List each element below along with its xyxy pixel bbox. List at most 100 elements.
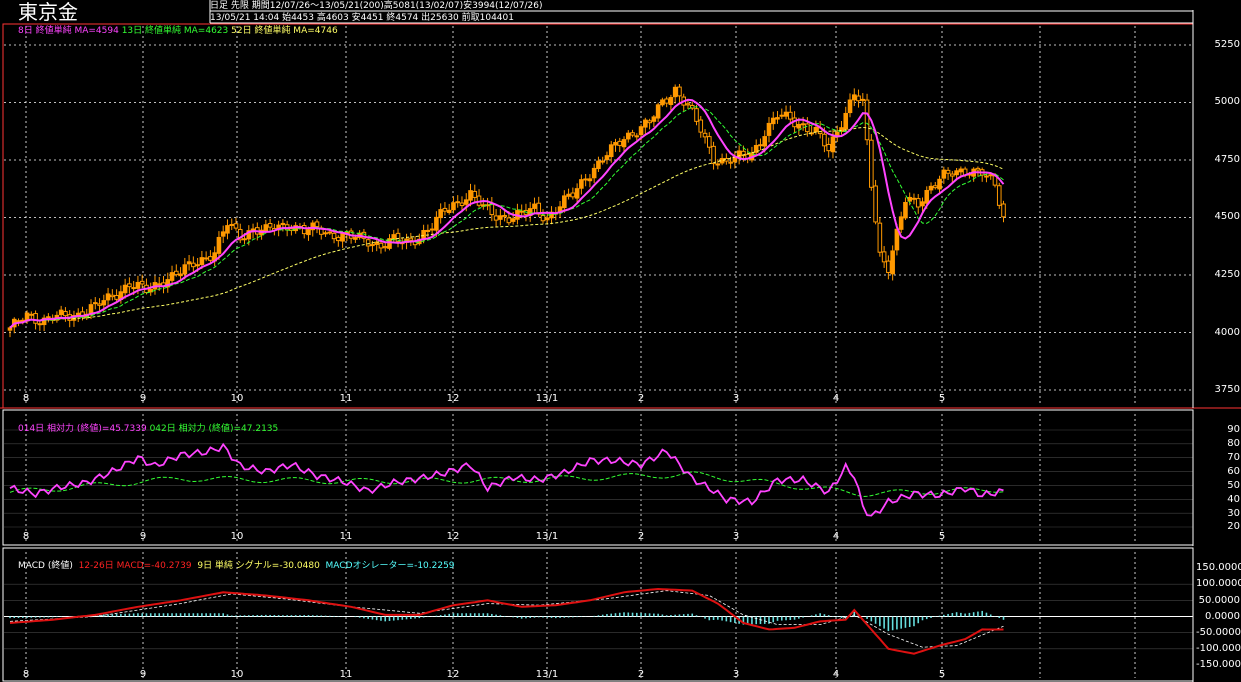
- candle-body: [506, 217, 512, 224]
- candle-body: [677, 86, 682, 97]
- candle-body: [58, 309, 64, 316]
- header-ohlc-line: 13/05/21 14:04 始4453 高4603 安4451 終4574 出…: [210, 13, 514, 23]
- candle-body: [105, 293, 111, 301]
- candle-body: [229, 224, 235, 227]
- candle-body: [331, 232, 337, 240]
- price-ytick: 5000: [1214, 96, 1240, 107]
- rsi-ytick: 80: [1227, 438, 1240, 449]
- candle-body: [800, 123, 806, 126]
- candle-body: [195, 264, 200, 267]
- rsi14-line: [9, 442, 1004, 517]
- legend-ma13: 13日 終値単純 MA=4623: [121, 26, 229, 36]
- candle-body: [758, 144, 763, 147]
- candle-body: [510, 218, 516, 222]
- header-period-line: 日足 先限 期間12/07/26〜13/05/21(200)高5081(13/0…: [210, 1, 543, 11]
- candle-body: [702, 132, 708, 138]
- candle-body: [937, 178, 942, 190]
- candle-body: [267, 223, 273, 228]
- candle-body: [429, 228, 435, 231]
- candle-body: [664, 98, 669, 104]
- rsi-xtick: 10: [230, 531, 244, 542]
- candle-body: [932, 185, 938, 189]
- rsi-xtick: 12: [446, 531, 460, 542]
- candle-body: [924, 189, 930, 204]
- candle-body: [340, 233, 345, 242]
- legend-macd: 12-26日 MACD=-40.2739: [78, 561, 192, 571]
- candle-body: [225, 225, 230, 234]
- candle-body: [596, 160, 601, 170]
- legend-ma52: 52日 終値単純 MA=4746: [231, 26, 338, 36]
- candle-body: [783, 111, 789, 117]
- candle-body: [813, 127, 819, 133]
- rsi-xtick: 13/1: [535, 531, 559, 542]
- candle-body: [29, 313, 34, 316]
- panel-frame: [2, 23, 1194, 409]
- price-xtick: 11: [339, 393, 353, 404]
- price-ytick: 4750: [1214, 154, 1240, 165]
- legend-rsi42: 042日 相対力 (終値)=47.2135: [149, 424, 279, 434]
- candle-body: [173, 270, 179, 276]
- candle-body: [915, 198, 921, 208]
- candle-body: [463, 199, 469, 205]
- rsi42-line: [9, 471, 1004, 498]
- price-ytick: 4000: [1214, 327, 1240, 338]
- candle-body: [890, 250, 895, 275]
- candle-body: [920, 201, 925, 207]
- macd-xtick: 3: [732, 669, 740, 680]
- legend-signal: 9日 単純 シグナル=-30.0480: [197, 561, 320, 571]
- candle-body: [455, 201, 461, 204]
- candle-body: [178, 273, 183, 277]
- rsi-ytick: 40: [1227, 494, 1240, 505]
- candle-body: [941, 169, 947, 179]
- candle-body: [242, 238, 247, 241]
- price-ytick: 3750: [1214, 384, 1240, 395]
- candle-body: [33, 313, 38, 324]
- candle-body: [826, 143, 831, 152]
- candle-body: [139, 280, 145, 285]
- candle-body: [280, 222, 286, 226]
- candle-body: [92, 302, 98, 305]
- candle-body: [630, 132, 635, 136]
- price-ytick: 4250: [1214, 269, 1240, 280]
- candle-body: [186, 261, 192, 265]
- chart-canvas: [0, 0, 1241, 682]
- candle-body: [928, 185, 934, 191]
- candle-body: [698, 119, 704, 133]
- candle-body: [169, 272, 175, 281]
- candle-body: [958, 168, 964, 173]
- candle-body: [685, 103, 691, 106]
- candle-body: [216, 236, 222, 254]
- macd-xtick: 10: [230, 669, 244, 680]
- rsi-ytick: 60: [1227, 466, 1240, 477]
- candle-body: [843, 112, 849, 130]
- candle-body: [459, 202, 465, 207]
- macd-xtick: 5: [938, 669, 946, 680]
- candle-body: [638, 126, 644, 136]
- macd-xtick: 12: [446, 669, 460, 680]
- candle-body: [114, 295, 119, 300]
- ma8-line: [9, 98, 1005, 329]
- candle-body: [442, 207, 448, 212]
- candle-body: [391, 234, 397, 240]
- candle-body: [498, 215, 503, 220]
- macd-xtick: 9: [139, 669, 147, 680]
- macd-ytick: -50.0000: [1196, 627, 1241, 638]
- candle-body: [323, 232, 328, 235]
- candle-body: [625, 132, 631, 140]
- candle-body: [110, 294, 115, 298]
- rsi-ytick: 30: [1227, 508, 1240, 519]
- macd-ytick: 0.0000: [1205, 611, 1240, 622]
- candle-body: [579, 179, 584, 189]
- candle-body: [715, 163, 721, 166]
- candle-body: [886, 260, 891, 273]
- candle-body: [788, 111, 793, 120]
- candle-body: [668, 97, 674, 105]
- candle-body: [860, 98, 866, 101]
- rsi-xtick: 3: [732, 531, 740, 542]
- candle-body: [370, 244, 375, 247]
- rsi-xtick: 5: [938, 531, 946, 542]
- price-ytick: 4500: [1214, 211, 1240, 222]
- rsi-ytick: 90: [1227, 424, 1240, 435]
- candle-body: [604, 155, 610, 161]
- rsi-ytick: 20: [1227, 521, 1240, 532]
